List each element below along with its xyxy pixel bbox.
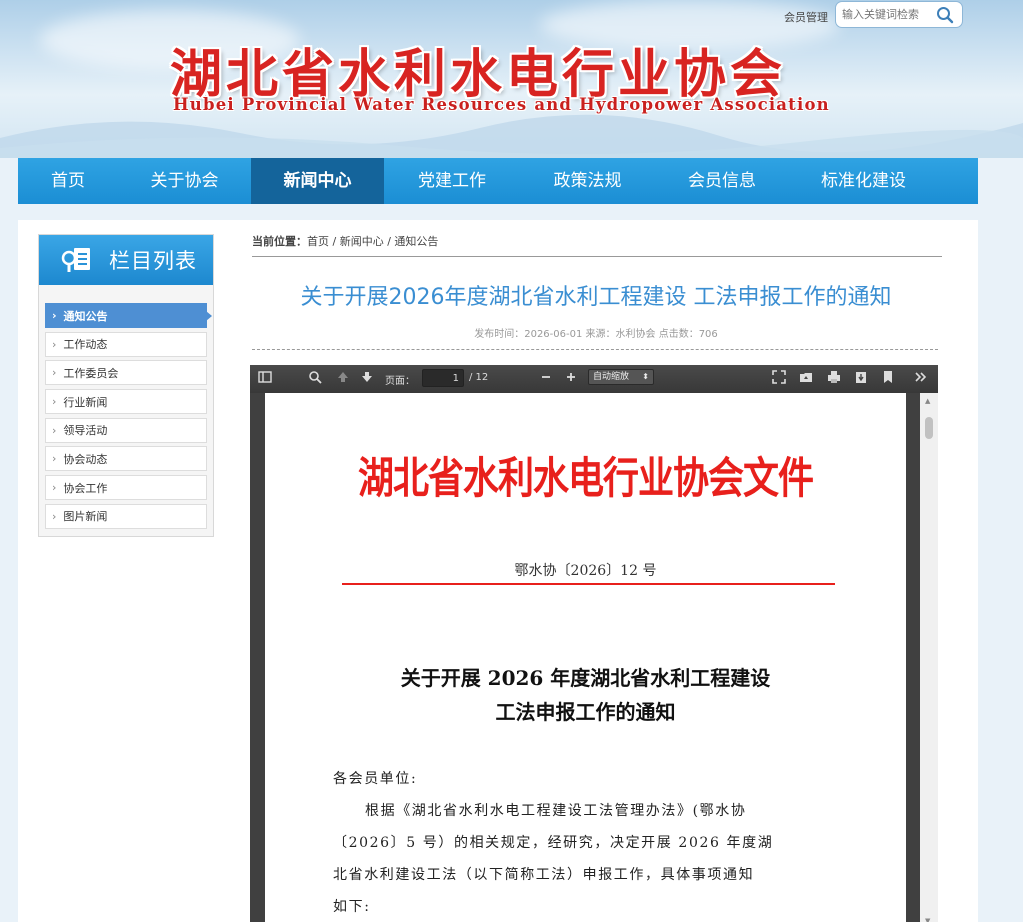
sidebar-item-label: 协会工作 <box>63 481 108 495</box>
breadcrumb: 当前位置：首页 / 新闻中心 / 通知公告 <box>252 233 942 257</box>
presentation-mode-icon[interactable] <box>772 370 788 386</box>
page-number-input[interactable] <box>422 369 464 387</box>
download-icon[interactable] <box>854 370 870 386</box>
find-icon[interactable] <box>308 370 324 386</box>
bookmark-icon[interactable] <box>881 370 897 386</box>
sidebar-toggle-icon[interactable] <box>258 370 274 386</box>
document-title: 关于开展 2026 年度湖北省水利工程建设 工法申报工作的通知 <box>265 661 906 729</box>
print-icon[interactable] <box>827 370 843 386</box>
main-content: 栏目列表 › 通知公告 › 工作动态 › 工作委员会 › 行业新闻 › 领导活动 › 协会动… <box>18 220 978 922</box>
previous-page-icon[interactable] <box>336 370 352 386</box>
sidebar-item-industry-news[interactable]: › 行业新闻 <box>45 389 207 415</box>
chevron-right-icon: › <box>52 395 57 409</box>
sidebar-header: 栏目列表 <box>39 235 213 285</box>
member-management-link[interactable]: 会员管理 <box>784 9 828 25</box>
zoom-out-icon[interactable] <box>539 370 555 386</box>
document-body-line: 根据《湖北省水利水电工程建设工法管理办法》(鄂水协 <box>365 803 747 819</box>
sidebar-item-photo-news[interactable]: › 图片新闻 <box>45 503 207 529</box>
sidebar-item-work-updates[interactable]: › 工作动态 <box>45 331 207 357</box>
sidebar-item-association-work[interactable]: › 协会工作 <box>45 475 207 501</box>
document-salutation: 各会员单位: <box>333 771 418 787</box>
zoom-select[interactable]: 自动缩放 ⬍ <box>588 369 654 385</box>
sidebar-list: › 通知公告 › 工作动态 › 工作委员会 › 行业新闻 › 领导活动 › 协会动态 › 协会… <box>39 285 213 529</box>
scroll-thumb[interactable] <box>925 417 933 439</box>
nav-item-members[interactable]: 会员信息 <box>655 158 789 204</box>
document-red-rule <box>342 583 835 585</box>
sidebar-item-label: 工作动态 <box>63 338 108 352</box>
column-list-icon <box>61 248 90 272</box>
article-meta: 发布时间：2026-06-01 来源：水利协会 点击数：706 <box>474 329 718 340</box>
page-total: / 12 <box>469 372 489 383</box>
sidebar-item-association-news[interactable]: › 协会动态 <box>45 446 207 472</box>
nav-item-policy[interactable]: 政策法规 <box>520 158 655 204</box>
search-icon[interactable] <box>936 6 954 24</box>
zoom-in-icon[interactable] <box>564 370 580 386</box>
sidebar-item-committees[interactable]: › 工作委员会 <box>45 360 207 386</box>
document-body: 各会员单位: 根据《湖北省水利水电工程建设工法管理办法》(鄂水协 〔2026〕5… <box>333 763 829 922</box>
document-body-line: 〔2026〕5 号）的相关规定，经研究，决定开展 2026 年度湖 <box>333 835 774 851</box>
pdf-viewer: 页面： / 12 自动缩放 ⬍ <box>250 365 938 922</box>
scroll-up-arrow-icon[interactable]: ▲ <box>925 397 930 405</box>
nav-item-about[interactable]: 关于协会 <box>118 158 251 204</box>
document-body-line: 如下: <box>333 899 371 915</box>
next-page-icon[interactable] <box>360 370 376 386</box>
nav-item-news[interactable]: 新闻中心 <box>251 158 384 204</box>
document-header: 湖北省水利水电行业协会文件 <box>357 453 814 504</box>
tools-icon[interactable] <box>914 370 930 386</box>
chevron-right-icon: › <box>52 309 57 322</box>
pdf-page: 湖北省水利水电行业协会文件 鄂水协〔2026〕12 号 关于开展 2026 年度… <box>265 393 906 922</box>
sidebar-title: 栏目列表 <box>109 249 197 273</box>
sidebar-item-notices[interactable]: › 通知公告 <box>45 303 212 328</box>
article-title: 关于开展2026年度湖北省水利工程建设 工法申报工作的通知 <box>300 285 892 310</box>
sidebar-item-label: 工作委员会 <box>63 366 119 380</box>
chevron-right-icon: › <box>52 337 57 351</box>
document-title-line: 关于开展 2026 年度湖北省水利工程建设 <box>400 666 771 690</box>
site-logo-subtitle: Hubei Provincial Water Resources and Hyd… <box>173 95 830 114</box>
search-input[interactable] <box>836 8 932 21</box>
sidebar-item-label: 协会动态 <box>63 452 108 466</box>
divider <box>252 349 938 350</box>
sidebar-item-label: 图片新闻 <box>63 510 108 524</box>
nav-item-home[interactable]: 首页 <box>18 158 118 204</box>
breadcrumb-label: 当前位置： <box>252 235 307 248</box>
open-file-icon[interactable] <box>799 370 815 386</box>
sidebar-item-label: 行业新闻 <box>63 395 108 409</box>
nav-item-standards[interactable]: 标准化建设 <box>789 158 938 204</box>
sidebar-item-label: 领导活动 <box>63 424 108 438</box>
pdf-scrollbar[interactable]: ▲ ▼ <box>920 393 938 922</box>
document-number: 鄂水协〔2026〕12 号 <box>514 563 657 579</box>
pdf-toolbar: 页面： / 12 自动缩放 ⬍ <box>250 365 938 393</box>
chevron-right-icon: › <box>52 481 57 495</box>
sidebar-item-leadership[interactable]: › 领导活动 <box>45 417 207 443</box>
nav-item-party[interactable]: 党建工作 <box>384 158 520 204</box>
document-title-line: 工法申报工作的通知 <box>495 700 676 724</box>
sidebar: 栏目列表 › 通知公告 › 工作动态 › 工作委员会 › 行业新闻 › 领导活动 › 协会动… <box>38 234 214 537</box>
chevron-right-icon: › <box>52 423 57 437</box>
zoom-value: 自动缩放 <box>593 372 630 382</box>
sidebar-item-label: 通知公告 <box>63 309 108 323</box>
chevron-down-icon: ⬍ <box>642 372 649 381</box>
search-box <box>835 1 963 28</box>
scroll-down-arrow-icon[interactable]: ▼ <box>925 917 930 922</box>
chevron-right-icon: › <box>52 366 57 380</box>
site-header: 会员管理 湖北省水利水电行业协会 Hubei Provincial Water … <box>0 0 1023 158</box>
chevron-right-icon: › <box>52 509 57 523</box>
page-label: 页面： <box>385 376 415 387</box>
breadcrumb-path[interactable]: 首页 / 新闻中心 / 通知公告 <box>307 235 438 248</box>
main-nav: 首页 关于协会 新闻中心 党建工作 政策法规 会员信息 标准化建设 <box>18 158 978 204</box>
chevron-right-icon: › <box>52 452 57 466</box>
document-body-line: 北省水利建设工法（以下简称工法）申报工作，具体事项通知 <box>333 867 755 883</box>
